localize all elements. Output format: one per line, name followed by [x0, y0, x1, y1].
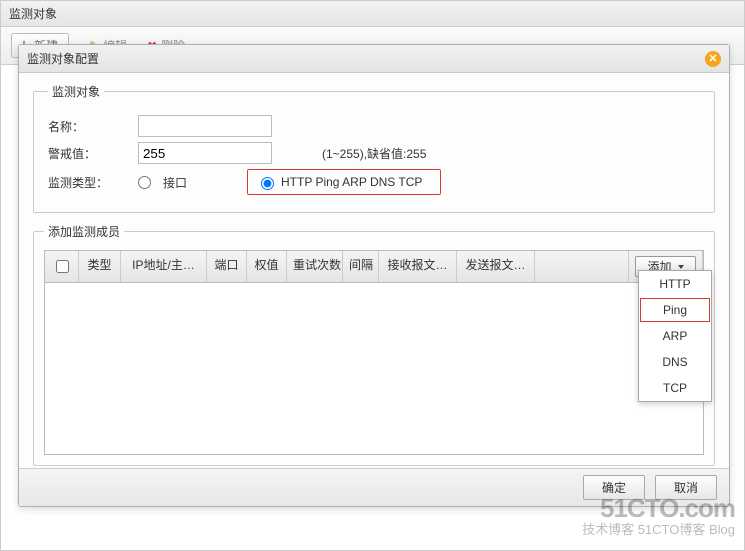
add-dropdown: HTTPPingARPDNSTCP: [638, 270, 712, 402]
monitor-target-legend: 监测对象: [48, 83, 104, 100]
config-dialog: 监测对象配置 ✕ 监测对象 名称： 警戒值： (1~255),缺省值:255 监…: [18, 44, 730, 507]
monitor-target-group: 监测对象 名称： 警戒值： (1~255),缺省值:255 监测类型： 接口 H…: [33, 83, 715, 213]
col-ip: IP地址/主…: [121, 251, 207, 282]
members-table-body[interactable]: [44, 283, 704, 455]
cancel-button-label: 取消: [674, 481, 698, 495]
dialog-footer: 确定 取消: [19, 468, 729, 506]
radio-protocols[interactable]: [261, 177, 274, 190]
col-recv: 接收报文…: [379, 251, 457, 282]
dialog-titlebar: 监测对象配置 ✕: [19, 45, 729, 73]
dropdown-item-ping[interactable]: Ping: [640, 298, 710, 322]
col-interval: 间隔: [343, 251, 379, 282]
type-label: 监测类型：: [48, 174, 138, 191]
radio-protocols-label: HTTP Ping ARP DNS TCP: [281, 175, 422, 189]
col-checkbox: [45, 251, 79, 282]
radio-protocols-box: HTTP Ping ARP DNS TCP: [247, 169, 441, 195]
radio-interface[interactable]: [138, 176, 151, 189]
ok-button-label: 确定: [602, 481, 626, 495]
col-gap: [535, 251, 629, 282]
name-input[interactable]: [138, 115, 272, 137]
dropdown-item-arp[interactable]: ARP: [639, 323, 711, 349]
dropdown-item-http[interactable]: HTTP: [639, 271, 711, 297]
col-type: 类型: [79, 251, 121, 282]
col-send: 发送报文…: [457, 251, 535, 282]
col-retry: 重试次数: [287, 251, 343, 282]
dropdown-item-dns[interactable]: DNS: [639, 349, 711, 375]
threshold-input[interactable]: [138, 142, 272, 164]
threshold-label: 警戒值：: [48, 145, 138, 162]
members-table-header: 类型 IP地址/主… 端口 权值 重试次数 间隔 接收报文… 发送报文… 添加: [44, 250, 704, 283]
main-window-title-text: 监测对象: [9, 7, 57, 21]
main-window-title: 监测对象: [1, 1, 744, 27]
close-icon[interactable]: ✕: [705, 51, 721, 67]
dropdown-item-tcp[interactable]: TCP: [639, 375, 711, 401]
select-all-checkbox[interactable]: [56, 260, 69, 273]
ok-button[interactable]: 确定: [583, 475, 645, 500]
col-port: 端口: [207, 251, 247, 282]
cancel-button[interactable]: 取消: [655, 475, 717, 500]
add-members-legend: 添加监测成员: [44, 223, 124, 240]
chevron-down-icon: [678, 265, 684, 269]
add-members-group: 添加监测成员 类型 IP地址/主… 端口 权值 重试次数 间隔 接收报文… 发送…: [33, 223, 715, 466]
col-weight: 权值: [247, 251, 287, 282]
threshold-hint: (1~255),缺省值:255: [322, 145, 426, 162]
radio-interface-label: 接口: [163, 174, 187, 191]
dialog-title-text: 监测对象配置: [27, 50, 99, 67]
name-label: 名称：: [48, 118, 138, 135]
